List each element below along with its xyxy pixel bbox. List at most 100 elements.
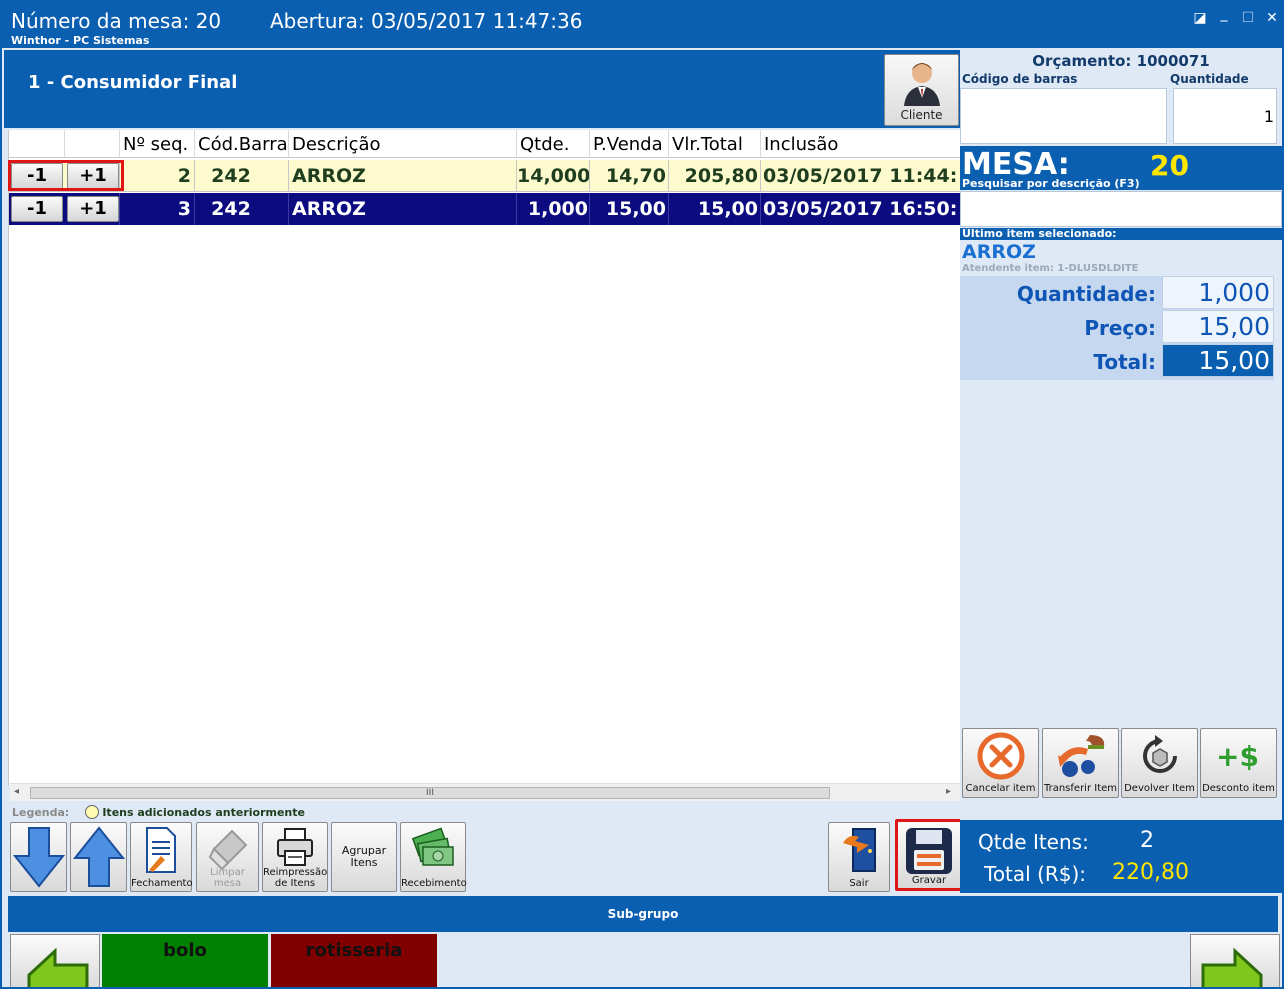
cell-price: 14,70 bbox=[605, 165, 666, 187]
arrow-right-icon bbox=[1201, 947, 1263, 987]
orcamento-title: Orçamento: 1000071 bbox=[1032, 52, 1210, 70]
gravar-button[interactable]: Gravar bbox=[895, 819, 963, 891]
customer-name: 1 - Consumidor Final bbox=[28, 72, 238, 93]
table-number-title: Número da mesa: 20 bbox=[11, 9, 222, 33]
scroll-down-button[interactable] bbox=[10, 822, 67, 892]
category-button-rotisseria[interactable]: rotisseria bbox=[271, 934, 437, 987]
app-window: Número da mesa: 20 Abertura: 03/05/2017 … bbox=[0, 0, 1284, 989]
arrow-down-icon bbox=[12, 827, 65, 888]
item-total-label: Total: bbox=[1093, 350, 1156, 374]
cell-description: ARROZ bbox=[292, 165, 366, 187]
restore-icon[interactable]: ◪ bbox=[1190, 10, 1210, 26]
legend-dot-icon bbox=[85, 805, 100, 819]
scroll-right-icon[interactable]: ▸ bbox=[946, 786, 951, 797]
quantity-input[interactable]: 1 bbox=[1173, 88, 1277, 144]
minus-one-button[interactable]: -1 bbox=[11, 196, 63, 222]
search-description-input[interactable] bbox=[960, 191, 1282, 227]
save-icon bbox=[906, 828, 952, 874]
discount-dollar-icon: +$ bbox=[1216, 740, 1259, 773]
cancel-item-button[interactable]: Cancelar item bbox=[962, 728, 1039, 798]
arrow-left-icon bbox=[27, 947, 89, 987]
scroll-left-icon[interactable]: ◂ bbox=[14, 786, 19, 797]
transfer-item-label: Transferir Item bbox=[1043, 783, 1118, 794]
scroll-thumb[interactable]: III bbox=[30, 787, 830, 799]
grid-header: Nº seq. Cód.Barra Descrição Qtde. P.Vend… bbox=[9, 130, 961, 158]
item-price-value: 15,00 bbox=[1162, 310, 1274, 343]
recebimento-label: Recebimento bbox=[401, 878, 467, 889]
order-total-label: Total (R$): bbox=[984, 862, 1087, 886]
agrupar-itens-button[interactable]: Agrupar Itens bbox=[331, 822, 397, 892]
category-bar: bolo rotisseria bbox=[2, 934, 1282, 987]
legend-title: Legenda: bbox=[12, 806, 70, 819]
cell-total: 205,80 bbox=[684, 165, 758, 187]
col-description[interactable]: Descrição bbox=[292, 134, 381, 155]
return-box-icon bbox=[1142, 735, 1177, 773]
items-grid: Nº seq. Cód.Barra Descrição Qtde. P.Vend… bbox=[8, 130, 961, 786]
col-qty[interactable]: Qtde. bbox=[520, 134, 569, 155]
col-barcode[interactable]: Cód.Barra bbox=[198, 134, 288, 155]
attendant-text: Atendente item: 1-DLUSDLDITE bbox=[962, 263, 1139, 273]
reimpressao-button[interactable]: Reimpressão de Itens bbox=[262, 822, 328, 892]
mesa-number: 20 bbox=[1150, 149, 1189, 182]
limpar-mesa-button[interactable]: Limpar mesa bbox=[196, 822, 259, 892]
agrupar-label-2: Itens bbox=[350, 856, 378, 869]
prev-category-button[interactable] bbox=[10, 934, 100, 987]
transfer-icon bbox=[1057, 735, 1104, 777]
last-item-name: ARROZ bbox=[962, 241, 1036, 263]
printer-icon bbox=[277, 828, 313, 866]
cancel-item-label: Cancelar item bbox=[965, 783, 1036, 794]
close-icon[interactable]: ✕ bbox=[1262, 10, 1282, 26]
barcode-label: Código de barras bbox=[962, 72, 1078, 86]
last-item-label: Último item selecionado: bbox=[960, 228, 1282, 240]
discount-item-label: Desconto item bbox=[1202, 783, 1275, 794]
category-label: bolo bbox=[163, 940, 207, 961]
item-count-label: Qtde Itens: bbox=[978, 830, 1089, 854]
cell-inclusion: 03/05/2017 16:50: bbox=[763, 198, 958, 220]
cell-description: ARROZ bbox=[292, 198, 366, 220]
legend: Legenda: Itens adicionados anteriormente bbox=[12, 805, 305, 819]
item-qty-label: Quantidade: bbox=[1016, 282, 1156, 306]
customer-header: 1 - Consumidor Final Cliente bbox=[4, 50, 960, 128]
order-total-value: 220,80 bbox=[1112, 860, 1189, 885]
document-pen-icon bbox=[146, 827, 176, 873]
horizontal-scrollbar[interactable]: ◂ III ▸ bbox=[10, 783, 960, 801]
minimize-icon[interactable]: _ bbox=[1214, 6, 1234, 22]
sair-label: Sair bbox=[849, 878, 869, 889]
fechamento-button[interactable]: Fechamento bbox=[130, 822, 193, 892]
category-button-bolo[interactable]: bolo bbox=[102, 934, 268, 987]
barcode-input[interactable] bbox=[960, 88, 1167, 144]
scroll-up-button[interactable] bbox=[70, 822, 127, 892]
col-price[interactable]: P.Venda bbox=[593, 134, 663, 155]
cell-barcode: 242 bbox=[211, 165, 251, 187]
category-label: rotisseria bbox=[305, 940, 403, 961]
col-seq[interactable]: Nº seq. bbox=[123, 134, 188, 155]
sair-button[interactable]: Sair bbox=[828, 822, 890, 892]
subgroup-bar: Sub-grupo bbox=[8, 896, 1278, 932]
table-row-selected[interactable]: -1 +1 3 242 ARROZ 1,000 15,00 15,00 03/0… bbox=[9, 193, 961, 225]
highlight-box bbox=[8, 160, 124, 191]
col-total[interactable]: Vlr.Total bbox=[672, 134, 743, 155]
transfer-item-button[interactable]: Transferir Item bbox=[1042, 728, 1119, 798]
cell-seq: 2 bbox=[177, 165, 191, 187]
fechamento-label: Fechamento bbox=[131, 878, 193, 889]
cell-seq: 3 bbox=[177, 198, 191, 220]
cell-barcode: 242 bbox=[211, 198, 251, 220]
app-name: Winthor - PC Sistemas bbox=[11, 34, 150, 47]
money-icon bbox=[411, 827, 454, 866]
maximize-icon[interactable]: ☐ bbox=[1238, 10, 1258, 26]
reimpressao-label-1: Reimpressão bbox=[263, 867, 328, 878]
discount-item-button[interactable]: +$ Desconto item bbox=[1200, 728, 1277, 798]
person-icon bbox=[903, 63, 940, 106]
search-description-label: Pesquisar por descrição (F3) bbox=[962, 177, 1140, 190]
col-inclusion[interactable]: Inclusão bbox=[764, 134, 838, 155]
recebimento-button[interactable]: Recebimento bbox=[400, 822, 467, 892]
client-button[interactable]: Cliente bbox=[884, 54, 959, 126]
mesa-band: MESA: 20 Pesquisar por descrição (F3) bbox=[960, 146, 1282, 190]
next-category-button[interactable] bbox=[1190, 934, 1280, 987]
arrow-up-icon bbox=[72, 826, 125, 887]
item-qty-value: 1,000 bbox=[1162, 276, 1274, 309]
return-item-button[interactable]: Devolver Item bbox=[1121, 728, 1198, 798]
table-row[interactable]: -1 +1 2 242 ARROZ 14,000 14,70 205,80 03… bbox=[9, 160, 961, 192]
limpar-mesa-label: Limpar mesa bbox=[210, 867, 245, 889]
plus-one-button[interactable]: +1 bbox=[67, 196, 119, 222]
